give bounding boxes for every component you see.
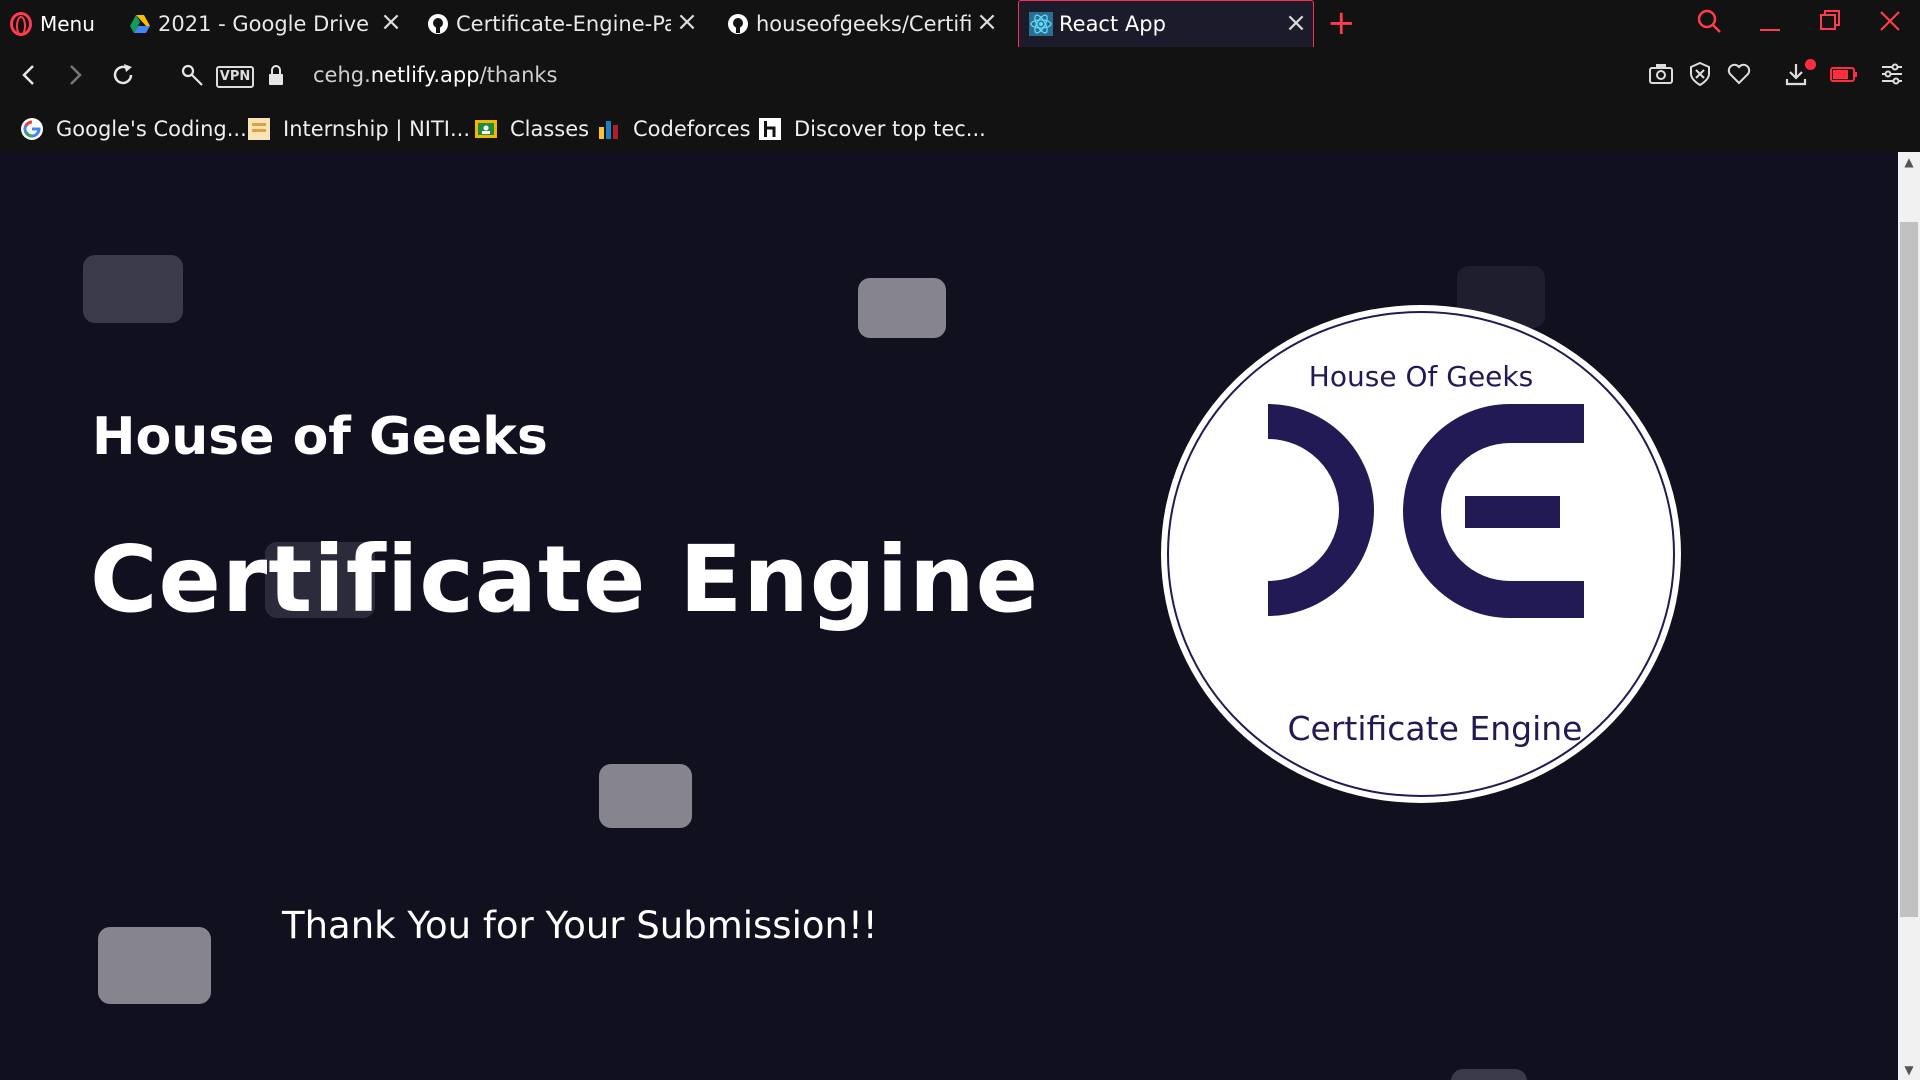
github-icon [428, 13, 448, 34]
react-icon [1029, 12, 1053, 36]
logo-top-text: House Of Geeks [1309, 360, 1533, 393]
tab-bar: Menu 2021 - Google Drive × Certificate-E… [0, 0, 1920, 47]
back-icon[interactable] [18, 61, 40, 95]
key-icon[interactable] [180, 61, 206, 95]
close-icon[interactable]: × [676, 9, 698, 35]
ad-blocker-shield-icon[interactable] [1688, 61, 1712, 94]
bookmark-discover-top-tec[interactable]: Discover top tec... [758, 113, 986, 145]
close-icon[interactable]: × [380, 9, 402, 35]
decorative-shape [858, 278, 946, 338]
google-classroom-icon [475, 120, 497, 138]
org-title: House of Geeks [92, 407, 548, 467]
restore-icon[interactable] [1818, 8, 1842, 41]
codeforces-icon [599, 121, 618, 139]
scroll-up-arrow-icon[interactable]: ▲ [1898, 152, 1920, 172]
bookmark-label: Internship | NITI... [283, 117, 471, 141]
thanks-message: Thank You for Your Submission!! [282, 904, 878, 947]
opera-menu-button[interactable]: Menu [10, 8, 95, 40]
decorative-shape [599, 764, 692, 828]
bookmark-internship-niti[interactable]: Internship | NITI... [247, 113, 470, 145]
bookmark-label: Classes [510, 117, 590, 141]
scrollbar-thumb[interactable] [1900, 222, 1918, 917]
url-host: netlify.app [370, 63, 480, 87]
certificate-engine-logo: House Of Geeks Certificate Engine [1161, 305, 1681, 803]
google-drive-icon [130, 14, 150, 33]
close-icon[interactable]: × [976, 9, 998, 35]
bookmark-label: Discover top tec... [794, 117, 986, 141]
close-icon[interactable]: × [1285, 10, 1307, 36]
url-path: /thanks [479, 63, 558, 87]
vertical-scrollbar[interactable]: ▲ ▼ [1898, 152, 1920, 1080]
decorative-shape [83, 255, 183, 323]
tab-title: Certificate-Engine-Parent [456, 11, 671, 36]
heart-bookmark-icon[interactable] [1726, 61, 1752, 94]
bookmarks-bar: Google's Coding... Internship | NITI... … [0, 105, 1920, 152]
search-tabs-icon[interactable] [1696, 8, 1722, 41]
tab-title: React App [1059, 12, 1166, 36]
tab-title: houseofgeeks/Certificate [756, 11, 971, 36]
decorative-shape [98, 927, 211, 1004]
scroll-down-arrow-icon[interactable]: ▼ [1898, 1060, 1920, 1080]
close-window-icon[interactable] [1878, 8, 1902, 41]
bookmark-label: Google's Coding... [56, 117, 247, 141]
bookmark-label: Codeforces [633, 117, 751, 141]
menu-label: Menu [40, 12, 95, 36]
tab-title: 2021 - Google Drive [158, 11, 370, 36]
minimize-icon[interactable] [1758, 8, 1782, 41]
bookmark-classes[interactable]: Classes [474, 113, 589, 145]
main-title: Certificate Engine [90, 526, 1040, 633]
tab-houseofgeeks-certificate[interactable]: houseofgeeks/Certificate × [726, 0, 1004, 47]
decorative-shape [1451, 1069, 1527, 1080]
google-icon [21, 118, 43, 140]
download-notification-dot [1805, 59, 1816, 70]
niti-icon [248, 118, 270, 140]
vpn-badge[interactable]: VPN [216, 66, 254, 88]
page-content: House of Geeks Certificate Engine Thank … [0, 152, 1898, 1080]
github-icon [728, 13, 748, 34]
lock-icon[interactable] [266, 61, 286, 95]
bookmark-googles-coding[interactable]: Google's Coding... [20, 113, 247, 145]
new-tab-plus-icon[interactable]: + [1327, 6, 1356, 40]
tab-certificate-engine-parent[interactable]: Certificate-Engine-Parent × [426, 0, 704, 47]
opera-logo-icon [10, 12, 32, 36]
tab-google-drive[interactable]: 2021 - Google Drive × [128, 0, 408, 47]
url-field[interactable]: cehg.netlify.app/thanks [313, 63, 557, 87]
tab-react-app[interactable]: React App × [1018, 0, 1314, 47]
snapshot-camera-icon[interactable] [1648, 61, 1674, 94]
reload-icon[interactable] [110, 61, 136, 95]
bookmark-codeforces[interactable]: Codeforces [597, 113, 751, 145]
url-prefix: cehg. [313, 63, 371, 87]
hashnode-icon [759, 118, 781, 140]
easy-setup-icon[interactable] [1880, 61, 1904, 94]
forward-icon[interactable] [64, 61, 86, 95]
address-bar: VPN cehg.netlify.app/thanks [0, 47, 1920, 105]
battery-saver-icon[interactable] [1830, 61, 1858, 94]
logo-bottom-text: Certificate Engine [1287, 709, 1582, 748]
